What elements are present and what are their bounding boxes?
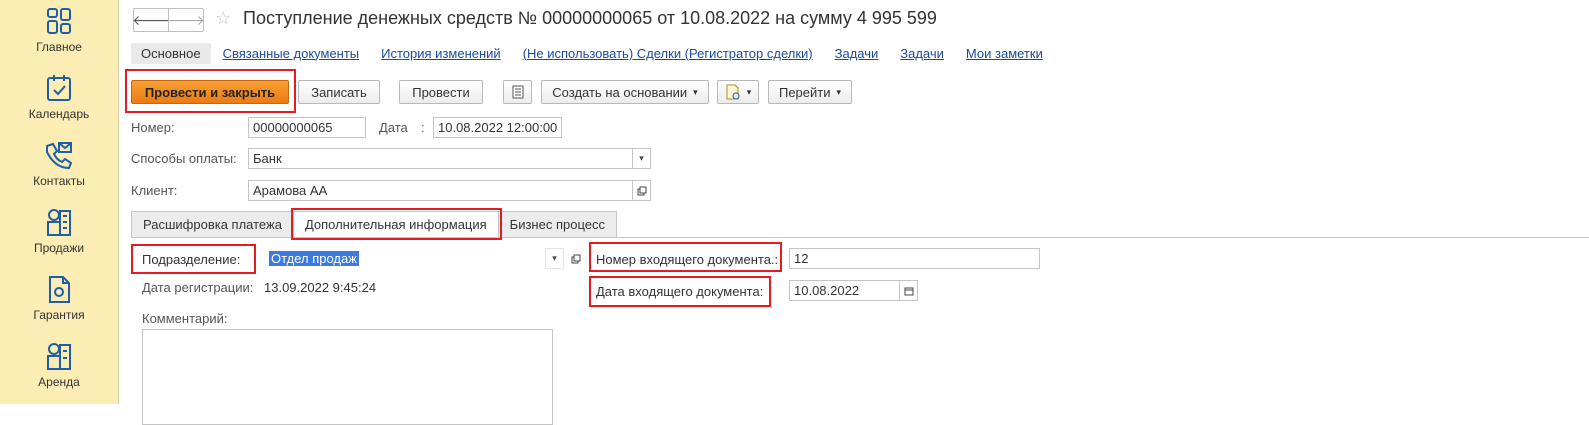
open-window-icon: [637, 186, 646, 195]
division-label: Подразделение:: [142, 252, 241, 267]
chevron-down-icon: ▾: [552, 253, 557, 263]
tab-change-history[interactable]: История изменений: [371, 43, 511, 64]
client-field[interactable]: Арамова АА: [248, 180, 633, 201]
print-document-icon: [726, 84, 740, 100]
division-open-button[interactable]: [566, 248, 585, 269]
payment-method-dropdown[interactable]: ▾: [632, 148, 651, 169]
document-list-icon: [512, 85, 523, 99]
client-label: Клиент:: [131, 183, 178, 198]
date-label: Дата: [379, 120, 408, 135]
sidebar-item-contacts[interactable]: Контакты: [0, 140, 118, 206]
report-button[interactable]: [503, 80, 532, 104]
back-button[interactable]: 🡐: [132, 8, 170, 32]
tab-deals-registrar[interactable]: (Не использовать) Сделки (Регистратор сд…: [513, 43, 823, 64]
sidebar-item-label: Продажи: [33, 241, 85, 255]
tab-divider: [131, 237, 1589, 238]
chevron-down-icon: ▾: [639, 153, 644, 163]
post-button[interactable]: Провести: [399, 80, 483, 104]
calendar-icon: [47, 75, 71, 101]
arrow-left-icon: 🡐: [132, 11, 170, 28]
date-colon: :: [421, 120, 425, 135]
arrow-right-icon: 🡒: [167, 11, 205, 28]
forward-button[interactable]: 🡒: [167, 8, 205, 32]
incoming-number-field[interactable]: 12: [789, 248, 1040, 269]
date-field[interactable]: 10.08.2022 12:00:00: [433, 117, 562, 138]
tab-tasks[interactable]: Задачи: [825, 43, 889, 64]
sidebar-item-warranty[interactable]: Гарантия: [0, 274, 118, 340]
number-field[interactable]: 00000000065: [248, 117, 366, 138]
payment-method-label: Способы оплаты:: [131, 151, 237, 166]
payment-method-field[interactable]: Банк: [248, 148, 633, 169]
contacts-icon: [46, 142, 73, 170]
save-button[interactable]: Записать: [298, 80, 380, 104]
page-title: Поступление денежных средств № 000000000…: [243, 8, 937, 28]
number-label: Номер:: [131, 120, 175, 135]
rent-building-icon: [47, 343, 71, 370]
chevron-down-icon: ▾: [836, 86, 842, 97]
navigation-buttons: 🡐 🡒: [132, 8, 205, 32]
sidebar-item-label: Контакты: [33, 174, 85, 188]
calendar-icon: [904, 287, 913, 295]
client-open-button[interactable]: [632, 180, 651, 201]
incoming-number-label: Номер входящего документа.:: [596, 252, 779, 267]
chevron-down-icon: ▾: [746, 86, 752, 97]
home-grid-icon: [47, 8, 71, 34]
tab-main[interactable]: Основное: [131, 42, 211, 64]
create-based-on-button[interactable]: Создать на основании ▾: [541, 80, 709, 104]
sidebar-item-label: Аренда: [38, 375, 80, 389]
favorite-star-icon[interactable]: ☆: [215, 8, 231, 29]
post-and-close-button[interactable]: Провести и закрыть: [131, 80, 289, 104]
sales-building-icon: [47, 209, 71, 236]
tab-related-documents[interactable]: Связанные документы: [213, 43, 370, 64]
tab-business-process[interactable]: Бизнес процесс: [497, 211, 617, 237]
tab-additional-info[interactable]: Дополнительная информация: [292, 211, 499, 237]
sidebar-item-label: Главное: [36, 40, 82, 54]
sidebar-item-calendar[interactable]: Календарь: [0, 73, 118, 139]
incoming-date-field[interactable]: 10.08.2022: [789, 280, 900, 301]
division-field[interactable]: Отдел продаж: [264, 248, 546, 269]
sidebar-item-rent[interactable]: Аренда: [0, 341, 118, 407]
print-menu-button[interactable]: ▾: [717, 80, 759, 104]
incoming-date-picker-button[interactable]: [899, 280, 918, 301]
go-to-button[interactable]: Перейти ▾: [768, 80, 852, 104]
sidebar-item-sales[interactable]: Продажи: [0, 207, 118, 273]
sidebar-item-label: Гарантия: [33, 308, 85, 322]
comment-label: Комментарий:: [142, 311, 228, 326]
go-to-label: Перейти: [778, 84, 831, 100]
division-value: Отдел продаж: [269, 251, 359, 266]
registration-date-value: 13.09.2022 9:45:24: [264, 280, 377, 295]
section-tabs: Основное Связанные документы История изм…: [131, 41, 1055, 65]
sidebar-item-main[interactable]: Главное: [0, 6, 118, 72]
incoming-date-label: Дата входящего документа:: [596, 284, 764, 299]
sidebar-item-label: Календарь: [28, 107, 90, 121]
panel-tabs: Расшифровка платежа Дополнительная инфор…: [131, 211, 617, 237]
open-window-icon: [571, 254, 580, 263]
tab-my-notes[interactable]: Мои заметки: [956, 43, 1053, 64]
warranty-document-icon: [49, 276, 70, 303]
division-dropdown[interactable]: ▾: [545, 248, 564, 269]
tab-payment-breakdown[interactable]: Расшифровка платежа: [131, 211, 294, 237]
sidebar: Главное Календарь Контакты Продажи Гаран…: [0, 0, 119, 404]
comment-textarea[interactable]: [142, 329, 553, 425]
chevron-down-icon: ▾: [693, 86, 698, 97]
registration-date-label: Дата регистрации:: [142, 280, 254, 295]
create-based-on-label: Создать на основании: [552, 84, 688, 100]
tab-tasks-2[interactable]: Задачи: [890, 43, 954, 64]
